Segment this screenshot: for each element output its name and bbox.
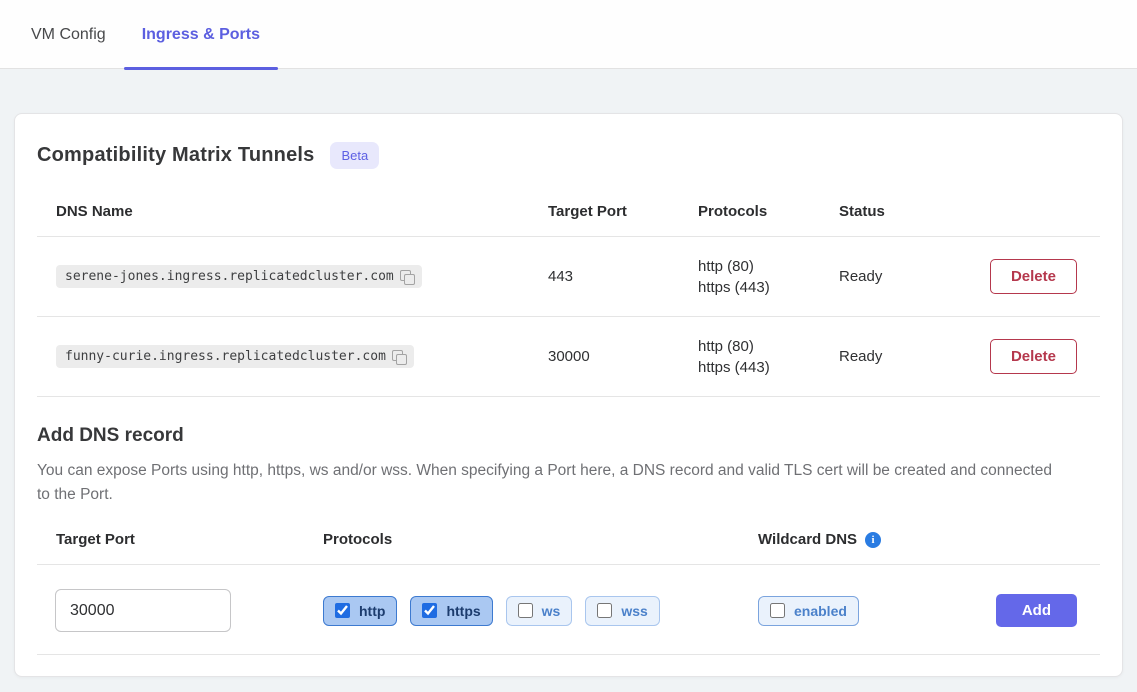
dns-name-pill: funny-curie.ingress.replicatedcluster.co… (56, 345, 414, 368)
checkbox-label: https (446, 603, 480, 619)
tab-vm-config[interactable]: VM Config (13, 26, 124, 68)
info-icon[interactable]: i (865, 532, 881, 548)
copy-icon[interactable] (400, 270, 414, 284)
header-dns-name: DNS Name (37, 203, 548, 220)
https-checkbox[interactable] (422, 603, 437, 618)
checkbox-label: wss (621, 603, 647, 619)
card-title-row: Compatibility Matrix Tunnels Beta (37, 142, 1100, 169)
protocol-line: http (80) (698, 256, 839, 277)
protocol-checkbox-wss[interactable]: wss (585, 596, 659, 626)
status-value: Ready (839, 268, 978, 285)
wildcard-enabled-checkbox[interactable]: enabled (758, 596, 859, 626)
page-title: Compatibility Matrix Tunnels (37, 144, 314, 167)
protocols-value: http (80) https (443) (698, 256, 839, 298)
tab-bar: VM Config Ingress & Ports (0, 0, 1137, 69)
dns-name-pill: serene-jones.ingress.replicatedcluster.c… (56, 265, 422, 288)
ws-checkbox[interactable] (518, 603, 533, 618)
add-dns-title: Add DNS record (37, 425, 1100, 447)
label-wildcard-dns: Wildcard DNS (758, 531, 857, 548)
delete-button[interactable]: Delete (990, 259, 1077, 294)
table-row: serene-jones.ingress.replicatedcluster.c… (37, 237, 1100, 317)
header-target-port: Target Port (548, 203, 698, 220)
checkbox-label: http (359, 603, 385, 619)
label-target-port: Target Port (37, 531, 323, 548)
checkbox-label: ws (542, 603, 561, 619)
add-dns-form-row: http https ws wss enabled (37, 565, 1100, 655)
target-port-input[interactable] (55, 589, 231, 632)
table-header-row: DNS Name Target Port Protocols Status (37, 187, 1100, 237)
protocol-checkbox-ws[interactable]: ws (506, 596, 573, 626)
enabled-checkbox[interactable] (770, 603, 785, 618)
tunnels-card: Compatibility Matrix Tunnels Beta DNS Na… (14, 113, 1123, 677)
dns-name-text: serene-jones.ingress.replicatedcluster.c… (65, 269, 394, 284)
target-port-value: 443 (548, 268, 698, 285)
header-status: Status (839, 203, 978, 220)
card-footer (37, 655, 1100, 676)
table-row: funny-curie.ingress.replicatedcluster.co… (37, 317, 1100, 397)
checkbox-label: enabled (794, 603, 847, 619)
status-value: Ready (839, 348, 978, 365)
add-button[interactable]: Add (996, 594, 1077, 627)
protocol-line: https (443) (698, 357, 839, 378)
protocol-line: https (443) (698, 277, 839, 298)
wss-checkbox[interactable] (597, 603, 612, 618)
protocols-value: http (80) https (443) (698, 336, 839, 378)
dns-name-text: funny-curie.ingress.replicatedcluster.co… (65, 349, 386, 364)
label-protocols: Protocols (323, 531, 758, 548)
http-checkbox[interactable] (335, 603, 350, 618)
protocol-checkbox-http[interactable]: http (323, 596, 397, 626)
header-protocols: Protocols (698, 203, 839, 220)
form-header-row: Target Port Protocols Wildcard DNS i (37, 531, 1100, 565)
delete-button[interactable]: Delete (990, 339, 1077, 374)
beta-badge: Beta (330, 142, 379, 169)
protocol-line: http (80) (698, 336, 839, 357)
copy-icon[interactable] (392, 350, 406, 364)
target-port-value: 30000 (548, 348, 698, 365)
tab-ingress-ports[interactable]: Ingress & Ports (124, 26, 278, 68)
protocol-checkbox-https[interactable]: https (410, 596, 492, 626)
add-dns-description: You can expose Ports using http, https, … (37, 459, 1057, 507)
tunnels-table: DNS Name Target Port Protocols Status se… (37, 187, 1100, 397)
protocol-checkbox-group: http https ws wss (323, 596, 758, 626)
